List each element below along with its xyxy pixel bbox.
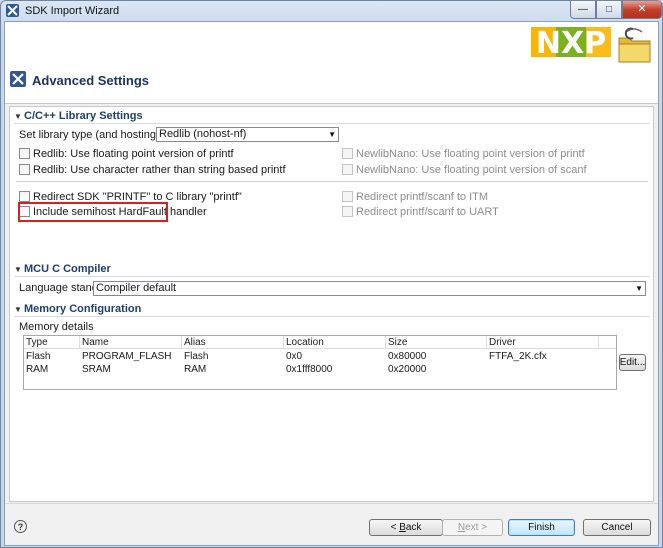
edit-memory-button[interactable]: Edit... (619, 354, 646, 371)
cancel-button[interactable]: Cancel (583, 519, 651, 536)
cell-alias: RAM (184, 364, 207, 375)
cancel-button-label: Cancel (601, 522, 633, 533)
edit-button-label: Edit... (619, 357, 646, 368)
checkbox[interactable] (19, 191, 30, 202)
cell-location: 0x1fff8000 (286, 364, 333, 375)
back-rest: ack (405, 522, 422, 533)
memory-details-table[interactable]: Type Name Alias Location Size Driver Fla… (23, 335, 617, 390)
dropdown-arrow-icon: ▼ (635, 284, 643, 293)
cell-driver (487, 363, 489, 376)
dropdown-arrow-icon: ▼ (328, 130, 336, 139)
option-label: Redirect printf/scanf to ITM (356, 190, 489, 203)
next-button-label: Next > (458, 522, 487, 533)
help-glyph: ? (17, 521, 24, 532)
memory-configuration-section-header[interactable]: ▼ Memory Configuration (14, 302, 650, 316)
collapse-chevron-icon: ▼ (14, 304, 22, 314)
sdk-import-wizard-window: SDK Import Wizard — □ ✕ NXP Advanced Set… (0, 0, 663, 548)
cell-size: 0x80000 (388, 351, 427, 362)
advanced-settings-icon (10, 71, 26, 87)
section-divider (14, 276, 650, 277)
nxp-logo-graphic: NXP (531, 26, 651, 63)
back-mnemonic: B (399, 522, 406, 533)
library-type-value: Redlib (nohost-nf) (159, 128, 247, 140)
checkbox[interactable] (19, 164, 30, 175)
next-button: Next > (442, 519, 503, 536)
library-settings-section-header[interactable]: ▼ C/C++ Library Settings (14, 109, 650, 123)
finish-button[interactable]: Finish (508, 519, 575, 536)
cell-driver: FTFA_2K.cfx (489, 351, 547, 362)
redlib-char-printf-option[interactable]: Redlib: Use character rather than string… (19, 163, 286, 176)
minimize-icon: — (578, 3, 588, 15)
memory-details-label: Memory details (19, 321, 94, 333)
cell-name: SRAM (82, 364, 111, 375)
close-icon: ✕ (637, 3, 647, 15)
wizard-banner: NXP Advanced Settings (5, 22, 658, 104)
checkbox (342, 164, 353, 175)
language-standard-select[interactable]: Compiler default ▼ (93, 281, 646, 296)
column-header-size[interactable]: Size (386, 336, 487, 349)
checkbox (342, 206, 353, 217)
checkbox (342, 148, 353, 159)
section-divider (14, 316, 650, 317)
window-title: SDK Import Wizard (25, 5, 120, 17)
newlibnano-float-scanf-option: NewlibNano: Use floating point version o… (342, 163, 587, 176)
cell-alias: Flash (184, 351, 209, 362)
footer-separator (5, 503, 658, 504)
title-bar[interactable]: SDK Import Wizard — □ ✕ (1, 1, 662, 21)
redlib-float-printf-option[interactable]: Redlib: Use floating point version of pr… (19, 147, 234, 160)
cell-type: Flash (26, 351, 51, 362)
maximize-icon: □ (605, 3, 613, 15)
back-button[interactable]: < Back (369, 519, 443, 536)
option-label: Redlib: Use floating point version of pr… (33, 147, 234, 160)
cell-size: 0x20000 (388, 364, 427, 375)
wizard-client-area: NXP Advanced Settings ▼ C/C++ Library Se… (4, 21, 659, 546)
table-row[interactable]: Flash PROGRAM_FLASH Flash 0x0 0x80000 FT… (24, 350, 616, 363)
checkbox (342, 191, 353, 202)
library-settings-title: C/C++ Library Settings (24, 110, 143, 122)
option-label: Redirect SDK "PRINTF" to C library "prin… (33, 190, 242, 203)
section-divider (14, 123, 650, 124)
mcu-compiler-title: MCU C Compiler (24, 263, 111, 275)
maximize-button[interactable]: □ (596, 1, 622, 19)
library-type-select[interactable]: Redlib (nohost-nf) ▼ (156, 127, 339, 142)
column-header-alias[interactable]: Alias (182, 336, 284, 349)
column-header-location[interactable]: Location (284, 336, 386, 349)
option-label: Redirect printf/scanf to UART (356, 205, 499, 218)
settings-panel: ▼ C/C++ Library Settings Set library typ… (9, 106, 654, 502)
help-icon[interactable]: ? (14, 520, 27, 533)
collapse-chevron-icon: ▼ (14, 111, 22, 121)
page-title: Advanced Settings (32, 73, 150, 88)
mcu-compiler-section-header[interactable]: ▼ MCU C Compiler (14, 262, 650, 276)
redirect-uart-option: Redirect printf/scanf to UART (342, 205, 499, 218)
option-label: NewlibNano: Use floating point version o… (356, 163, 587, 176)
close-button[interactable]: ✕ (622, 1, 662, 19)
memory-configuration-title: Memory Configuration (24, 303, 142, 315)
cell-name: PROGRAM_FLASH (82, 351, 172, 362)
checkbox[interactable] (19, 148, 30, 159)
option-label: NewlibNano: Use floating point version o… (356, 147, 585, 160)
options-divider (16, 181, 648, 182)
highlight-box (18, 202, 168, 222)
column-header-driver[interactable]: Driver (487, 336, 599, 349)
back-button-label: < Back (391, 522, 422, 533)
nxp-logo: NXP (529, 24, 655, 66)
back-prefix: < (390, 522, 400, 533)
finish-button-label: Finish (528, 522, 555, 533)
mcuxpresso-app-icon (6, 4, 19, 17)
table-header: Type Name Alias Location Size Driver (24, 336, 616, 349)
cell-location: 0x0 (286, 351, 303, 362)
newlibnano-float-printf-option: NewlibNano: Use floating point version o… (342, 147, 585, 160)
column-header-type[interactable]: Type (24, 336, 80, 349)
minimize-button[interactable]: — (570, 1, 596, 19)
next-rest: ext > (465, 522, 488, 533)
column-header-name[interactable]: Name (80, 336, 182, 349)
folder-c-icon (618, 27, 651, 63)
table-row[interactable]: RAM SRAM RAM 0x1fff8000 0x20000 (24, 363, 616, 376)
collapse-chevron-icon: ▼ (14, 264, 22, 274)
option-label: Redlib: Use character rather than string… (33, 163, 286, 176)
cell-type: RAM (26, 364, 49, 375)
nxp-logo-text: NXP (536, 26, 606, 61)
redirect-itm-option: Redirect printf/scanf to ITM (342, 190, 488, 203)
language-standard-value: Compiler default (96, 282, 177, 294)
